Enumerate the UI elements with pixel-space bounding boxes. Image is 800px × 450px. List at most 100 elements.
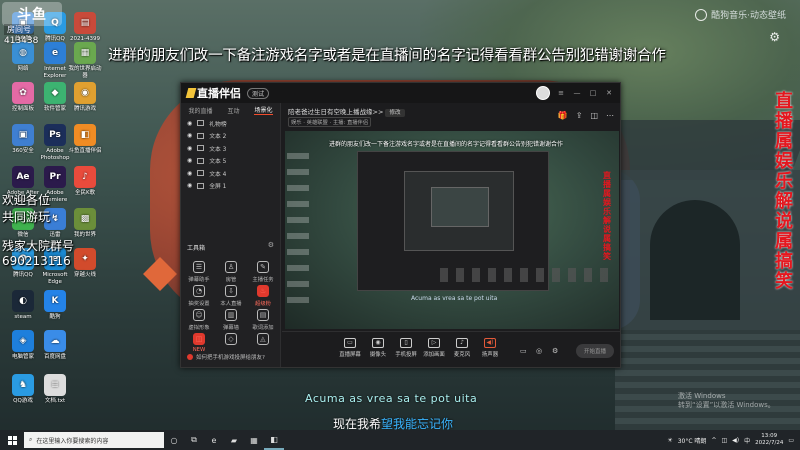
toolbox-item[interactable]: ♙ 房管 bbox=[217, 261, 245, 283]
weather-icon[interactable]: ☀ bbox=[667, 437, 672, 444]
desktop-icon[interactable]: K 酷狗 bbox=[36, 290, 74, 321]
store-icon[interactable]: ▦ bbox=[244, 430, 264, 450]
file-explorer-icon[interactable]: ▰ bbox=[224, 430, 244, 450]
more-icon[interactable]: ⋯ bbox=[606, 111, 614, 120]
desktop-icon[interactable]: ▩ 我的世界 bbox=[66, 208, 104, 239]
lock-icon[interactable] bbox=[197, 132, 205, 139]
toolbox-item[interactable]: ▤ 歌词添加 bbox=[249, 309, 277, 331]
desktop-icon[interactable]: ◉ 腾讯游戏 bbox=[66, 82, 104, 113]
action-button[interactable]: ▯ 手机投屏 bbox=[392, 338, 420, 358]
desktop-icon-label: steam bbox=[14, 314, 32, 320]
ime-icon[interactable]: 中 bbox=[744, 436, 750, 445]
tray-chevron-icon[interactable]: ^ bbox=[711, 437, 716, 444]
settings-small-icon[interactable]: ⚙ bbox=[552, 347, 558, 355]
desktop-icon[interactable]: ▦ 我的世界启动器 bbox=[66, 42, 104, 80]
toolbox-item[interactable]: ◇ bbox=[217, 333, 245, 347]
modify-button[interactable]: 修改 bbox=[385, 109, 405, 117]
app-icon: ♪ bbox=[74, 166, 96, 188]
eye-icon[interactable]: ◉ bbox=[187, 145, 192, 152]
network-icon[interactable]: ◫ bbox=[721, 437, 727, 444]
close-icon[interactable]: ✕ bbox=[604, 89, 614, 97]
tool-icon: ♨ bbox=[257, 285, 269, 297]
scene-source-item[interactable]: ◉ 文本 5 bbox=[181, 155, 280, 168]
action-label: 直播屏幕 bbox=[339, 352, 361, 358]
toolbox-item[interactable]: ◫ NEW bbox=[185, 333, 213, 353]
menu-icon[interactable]: ≡ bbox=[556, 89, 566, 97]
maximize-icon[interactable]: □ bbox=[588, 89, 598, 97]
toolbox-settings-icon[interactable]: ⚙ bbox=[268, 241, 274, 249]
weather-text[interactable]: 30°C 晴朗 bbox=[678, 436, 707, 445]
eye-icon[interactable]: ◉ bbox=[187, 132, 192, 139]
toolbox-item[interactable]: ◬ bbox=[249, 333, 277, 347]
eye-icon[interactable]: ◉ bbox=[187, 182, 192, 189]
tab-interact[interactable]: 互动 bbox=[227, 106, 239, 115]
toolbox-item[interactable]: ☰ 弹幕助手 bbox=[185, 261, 213, 283]
action-icon: ▭ bbox=[344, 338, 356, 348]
desktop-icon[interactable]: ≡ 文档.txt bbox=[36, 374, 74, 405]
record-small-icon[interactable]: ◎ bbox=[536, 347, 542, 355]
desktop-icon-label: 穿越火线 bbox=[73, 272, 96, 278]
music-icon bbox=[695, 8, 708, 21]
desktop-icon-label: 360安全 bbox=[12, 148, 34, 154]
app-icon: ▤ bbox=[74, 12, 96, 34]
cortana-icon[interactable]: ○ bbox=[164, 430, 184, 450]
action-button[interactable]: ♪ 麦克风 bbox=[448, 338, 476, 358]
start-live-button[interactable]: 开始直播 bbox=[576, 344, 614, 358]
group-number: 690213116 bbox=[2, 254, 71, 268]
clock[interactable]: 13:09 2022/7/24 bbox=[755, 433, 783, 447]
start-button[interactable] bbox=[0, 430, 24, 450]
toolbox-item[interactable]: ✎ 主播任务 bbox=[249, 261, 277, 283]
desktop-icon[interactable]: ▤ 2021-4399 bbox=[66, 12, 104, 43]
user-avatar[interactable] bbox=[536, 86, 550, 100]
desktop-icon[interactable]: ☁ 百度网盘 bbox=[36, 330, 74, 361]
toolbox-item[interactable]: ⇩ 本人直播 bbox=[217, 285, 245, 307]
minimize-icon[interactable]: — bbox=[572, 89, 582, 97]
eye-icon[interactable]: ◉ bbox=[187, 157, 192, 164]
scene-source-item[interactable]: ◉ 文本 2 bbox=[181, 130, 280, 143]
desktop-icon[interactable]: ♪ 全民K歌 bbox=[66, 166, 104, 197]
toolbox-item[interactable]: ▥ 弹幕墙 bbox=[217, 309, 245, 331]
scene-source-item[interactable]: ◉ 文本 4 bbox=[181, 167, 280, 180]
volume-icon[interactable]: ◀) bbox=[732, 437, 739, 444]
gift-icon[interactable]: 🎁 bbox=[558, 111, 568, 120]
app-icon: ◐ bbox=[12, 290, 34, 312]
chat-icon[interactable]: ◫ bbox=[590, 111, 598, 120]
scene-source-label: 文本 3 bbox=[209, 146, 227, 153]
tool-label: 超级粉 bbox=[255, 301, 271, 307]
wallpaper-arch bbox=[650, 200, 740, 320]
toolbox-item[interactable]: ◔ 抽奖设置 bbox=[185, 285, 213, 307]
lock-icon[interactable] bbox=[197, 182, 205, 189]
scene-source-item[interactable]: ◉ 文本 3 bbox=[181, 142, 280, 155]
action-button[interactable]: ◉ 摄像头 bbox=[364, 338, 392, 358]
desktop-icon-label: 文档.txt bbox=[44, 398, 66, 404]
camera-small-icon[interactable]: ▭ bbox=[520, 347, 527, 355]
action-button[interactable]: ▷ 添加画面 bbox=[420, 338, 448, 358]
desktop-icon[interactable]: ◧ 斗鱼直播伴侣 bbox=[66, 124, 104, 155]
stream-category: 娱乐 · 英雄联盟 · 主播: 直播伴侣 bbox=[288, 117, 372, 127]
toolbox-item[interactable]: ♨ 超级粉 bbox=[249, 285, 277, 307]
scene-source-item[interactable]: ◉ 礼物榜 bbox=[181, 117, 280, 130]
notification-icon[interactable]: ▭ bbox=[788, 437, 794, 444]
settings-gear-icon[interactable]: ⚙ bbox=[769, 30, 780, 44]
taskbar-search[interactable]: ⌕ 在这里输入你要搜索的内容 bbox=[24, 432, 164, 448]
toolbox-item[interactable]: ☺ 虚拟形象 bbox=[185, 309, 213, 331]
task-view-icon[interactable]: ⧉ bbox=[184, 430, 204, 450]
eye-icon[interactable]: ◉ bbox=[187, 120, 192, 127]
action-button[interactable]: ◀) 扬声器 bbox=[476, 338, 504, 358]
stream-title[interactable]: 陪老爸过生日有空晚上播战缘>> bbox=[288, 108, 383, 116]
help-tip[interactable]: 如何把手机游戏投屏给朋友? bbox=[187, 353, 265, 361]
action-button[interactable]: ▭ 直播屏幕 bbox=[336, 338, 364, 358]
tool-icon: ⇩ bbox=[225, 285, 237, 297]
edge-icon[interactable]: e bbox=[204, 430, 224, 450]
tab-my-live[interactable]: 我的直播 bbox=[188, 106, 212, 115]
lock-icon[interactable] bbox=[197, 120, 205, 127]
scene-source-item[interactable]: ◉ 全屏 1 bbox=[181, 180, 280, 193]
lock-icon[interactable] bbox=[197, 145, 205, 152]
lock-icon[interactable] bbox=[197, 170, 205, 177]
tab-scene[interactable]: 场景化 bbox=[254, 105, 273, 115]
eye-icon[interactable]: ◉ bbox=[187, 170, 192, 177]
lock-icon[interactable] bbox=[197, 157, 205, 164]
live-app-taskbar-icon[interactable]: ◧ bbox=[264, 430, 284, 450]
share-icon[interactable]: ⇪ bbox=[576, 111, 583, 120]
room-label: 房间号 bbox=[4, 24, 34, 35]
